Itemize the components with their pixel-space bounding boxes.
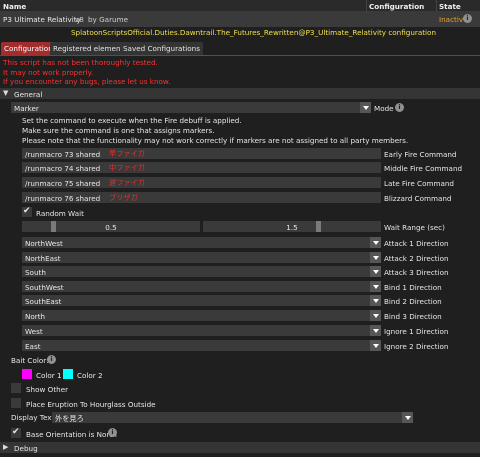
bind-2-direction-label: Bind 2 Direction — [384, 296, 442, 306]
attack-1-direction-value: NorthWest — [25, 238, 63, 248]
debug-section-title: Debug — [14, 443, 38, 453]
chevron-right-icon: ▶ — [3, 443, 9, 451]
ignore-2-direction-value: East — [25, 341, 41, 351]
place-eruption-checkbox[interactable] — [11, 398, 21, 408]
show-other-checkbox[interactable] — [11, 383, 21, 393]
warning-line-1: This script has not been thoroughly test… — [3, 58, 158, 67]
late-fire-command-jp: 遅ファイガ — [109, 177, 145, 187]
middle-fire-command-input[interactable]: /runmacro 74 shared 中ファイガ — [22, 162, 381, 173]
description-line-3: Please note that the functionality may n… — [22, 136, 409, 145]
attack-1-direction-select[interactable]: NorthWest — [22, 237, 381, 248]
mode-select[interactable]: Marker — [11, 102, 371, 113]
ignore-1-direction-label: Ignore 1 Direction — [384, 326, 449, 336]
bind-3-direction-value: North — [25, 311, 46, 321]
name-column-header: Name — [3, 2, 27, 11]
attack-3-direction-label: Attack 3 Direction — [384, 267, 449, 277]
bind-3-direction-select[interactable]: North — [22, 310, 381, 321]
warning-line-3: If you encounter any bugs, please let us… — [3, 77, 171, 86]
ignore-2-direction-label: Ignore 2 Direction — [384, 341, 449, 351]
attack-2-direction-label: Attack 2 Direction — [384, 253, 449, 263]
plugin-row[interactable]: P3 Ultimate Relativity v8 by Garume Inac… — [0, 12, 480, 27]
middle-fire-command-jp: 中ファイガ — [109, 162, 145, 172]
tab-registered-elements[interactable]: Registered elements — [50, 42, 131, 55]
bind-1-direction-value: SouthWest — [25, 282, 64, 292]
general-section-header[interactable]: ▼ General — [0, 88, 480, 99]
show-other-label: Show Other — [26, 384, 69, 394]
chevron-down-icon — [402, 412, 413, 423]
warning-line-2: It may not work properly. — [3, 68, 94, 77]
config-title: SplatoonScriptsOfficial.Duties.Dawntrail… — [70, 28, 436, 37]
bind-2-direction-value: SouthEast — [25, 296, 62, 306]
blizzard-command-jp: ブリザガ — [109, 192, 138, 202]
plugin-table-header: Name Configuration State — [0, 0, 480, 12]
chevron-down-icon — [370, 252, 381, 263]
ignore-1-direction-value: West — [25, 326, 43, 336]
ignore-1-direction-select[interactable]: West — [22, 325, 381, 336]
display-text-value: 外を見ろ — [55, 413, 84, 423]
chevron-down-icon — [370, 325, 381, 336]
wait-range-max-value: 1.5 — [286, 222, 298, 232]
description-line-2: Make sure the command is one that assign… — [22, 126, 215, 135]
late-fire-command-input[interactable]: /runmacro 75 shared 遅ファイガ — [22, 177, 381, 188]
tab-saved-configurations[interactable]: Saved Configurations — [120, 42, 203, 55]
attack-2-direction-select[interactable]: NorthEast — [22, 252, 381, 263]
general-section-title: General — [14, 89, 43, 99]
bind-1-direction-label: Bind 1 Direction — [384, 282, 442, 292]
description-line-1: Set the command to execute when the Fire… — [22, 116, 242, 125]
color-2-label: Color 2 — [77, 370, 103, 380]
plugin-name: P3 Ultimate Relativity — [3, 15, 81, 24]
attack-2-direction-value: NorthEast — [25, 253, 61, 263]
ignore-2-direction-select[interactable]: East — [22, 340, 381, 351]
chevron-down-icon — [370, 310, 381, 321]
blizzard-command-input[interactable]: /runmacro 76 shared ブリザガ — [22, 192, 381, 203]
random-wait-checkbox[interactable] — [22, 206, 32, 217]
chevron-down-icon — [370, 340, 381, 351]
random-wait-label: Random Wait — [36, 208, 84, 218]
early-fire-command-label: Early Fire Command — [384, 149, 457, 159]
wait-range-min-value: 0.5 — [105, 222, 117, 232]
color-2-swatch[interactable] — [63, 369, 73, 379]
plugin-version: v8 — [75, 15, 84, 24]
debug-section-header[interactable]: ▶ Debug — [0, 442, 480, 453]
color-1-label: Color 1 — [36, 370, 62, 380]
wait-range-max-slider[interactable]: 1.5 — [203, 221, 381, 232]
early-fire-command-value: /runmacro 73 shared — [25, 149, 101, 159]
blizzard-command-label: Blizzard Command — [384, 193, 452, 203]
place-eruption-label: Place Eruption To Hourglass Outside — [26, 399, 156, 409]
display-text-select[interactable]: 外を見ろ — [52, 412, 413, 423]
bait-color-label: Bait Color: — [11, 356, 49, 365]
mode-value: Marker — [14, 103, 39, 113]
state-column-header: State — [439, 2, 461, 11]
middle-fire-command-value: /runmacro 74 shared — [25, 163, 101, 173]
tab-configuration[interactable]: Configuration — [1, 42, 56, 55]
attack-3-direction-select[interactable]: South — [22, 266, 381, 277]
late-fire-command-label: Late Fire Command — [384, 178, 454, 188]
mode-label: Mode — [374, 103, 394, 113]
chevron-down-icon — [360, 102, 371, 113]
blizzard-command-value: /runmacro 76 shared — [25, 193, 101, 203]
wait-range-min-slider[interactable]: 0.5 — [22, 221, 200, 232]
late-fire-command-value: /runmacro 75 shared — [25, 178, 101, 188]
color-1-swatch[interactable] — [22, 369, 32, 379]
middle-fire-command-label: Middle Fire Command — [384, 163, 463, 173]
base-orientation-checkbox[interactable] — [11, 427, 21, 438]
bind-2-direction-select[interactable]: SouthEast — [22, 295, 381, 306]
chevron-down-icon: ▼ — [3, 89, 9, 97]
display-text-label: Display Text: — [11, 413, 57, 422]
base-orientation-label: Base Orientation is North — [26, 429, 117, 439]
chevron-down-icon — [370, 295, 381, 306]
chevron-down-icon — [370, 281, 381, 292]
configuration-column-header: Configuration — [369, 2, 425, 11]
bind-3-direction-label: Bind 3 Direction — [384, 311, 442, 321]
attack-1-direction-label: Attack 1 Direction — [384, 238, 449, 248]
plugin-author: by Garume — [88, 15, 129, 24]
early-fire-command-jp: 早ファイガ — [109, 148, 145, 158]
chevron-down-icon — [370, 266, 381, 277]
chevron-down-icon — [370, 237, 381, 248]
early-fire-command-input[interactable]: /runmacro 73 shared 早ファイガ — [22, 148, 381, 159]
attack-3-direction-value: South — [25, 267, 46, 277]
bind-1-direction-select[interactable]: SouthWest — [22, 281, 381, 292]
wait-range-label: Wait Range (sec) — [384, 222, 445, 232]
